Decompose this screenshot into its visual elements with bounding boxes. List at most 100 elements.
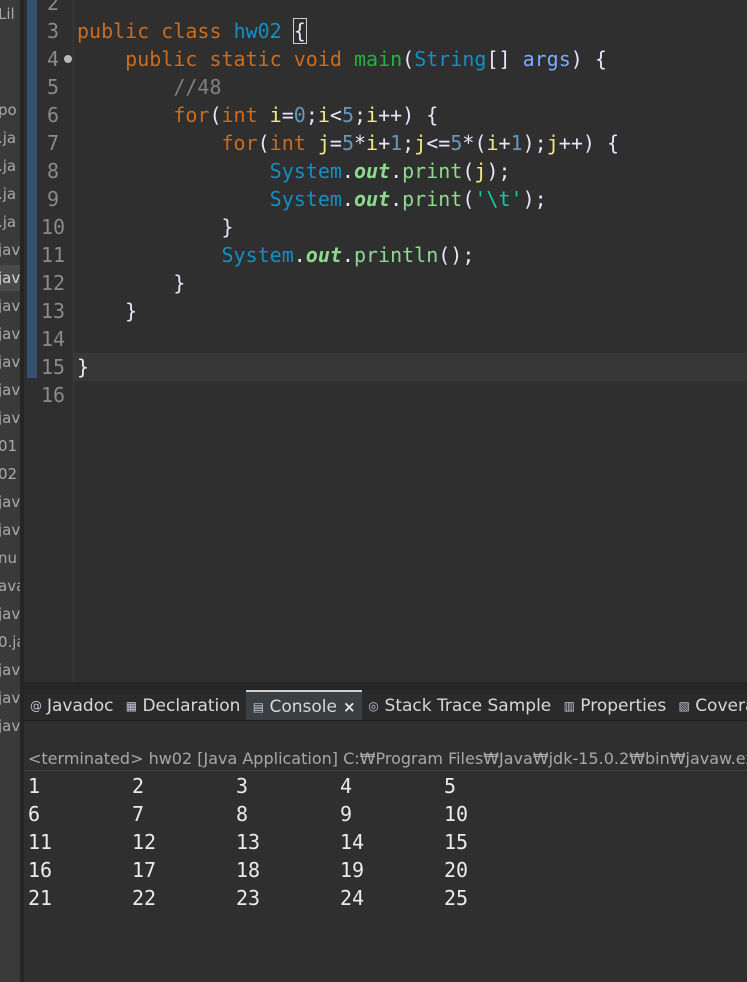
tab-stack-trace-sample[interactable]: ◎ Stack Trace Sample (362, 690, 558, 720)
explorer-item[interactable]: ava (0, 573, 20, 599)
output-value: 4 (340, 774, 353, 798)
output-value: 13 (236, 830, 261, 854)
output-value: 18 (236, 858, 261, 882)
explorer-item[interactable]: jav (0, 237, 20, 263)
tab-label: Coverage (695, 696, 747, 716)
output-value: 24 (340, 886, 365, 910)
line-number: 7 (46, 131, 60, 155)
explorer-item[interactable]: 02 (0, 461, 20, 487)
tab-label: Console (269, 697, 337, 717)
explorer-item[interactable]: .ja (0, 153, 20, 179)
code-line-11[interactable]: System.out.println(); (77, 241, 475, 269)
code-line-12[interactable]: } (77, 269, 185, 297)
explorer-item[interactable]: jav (0, 265, 20, 291)
punct: ( (402, 47, 415, 71)
tab-icon: ◎ (368, 699, 379, 713)
code-line-9[interactable]: System.out.print('\t'); (77, 185, 547, 213)
static-field: out (353, 159, 391, 183)
output-value: 25 (444, 886, 469, 910)
view-tab-bar: @ Javadoc ▦ Declaration ▤ Console × ◎ Stack Trac… (24, 690, 747, 721)
tab-declaration[interactable]: ▦ Declaration (119, 690, 246, 720)
output-value: 9 (340, 802, 353, 826)
explorer-item[interactable]: jav (0, 405, 20, 431)
output-value: 16 (28, 858, 53, 882)
line-number: 11 (40, 243, 66, 267)
output-value: 6 (28, 802, 41, 826)
package-explorer[interactable]: Lilpo.ja.ja.ja.jajavjavjavjavjavjavjav01… (0, 0, 20, 982)
tab-coverage[interactable]: ▧ Coverage (672, 690, 747, 720)
explorer-item[interactable]: 0.ja (0, 629, 20, 655)
punct: ( (209, 103, 222, 127)
explorer-item[interactable]: jav (0, 489, 20, 515)
close-icon[interactable]: × (343, 698, 356, 716)
explorer-item[interactable]: jav (0, 601, 20, 627)
explorer-item[interactable]: jav (0, 657, 20, 683)
explorer-item[interactable]: .ja (0, 125, 20, 151)
code-line-15[interactable]: } (77, 353, 89, 381)
output-value: 15 (444, 830, 469, 854)
punct: ); (522, 131, 547, 155)
explorer-item[interactable]: nu (0, 545, 20, 571)
explorer-item[interactable]: .ja (0, 209, 20, 235)
punct: . (341, 159, 354, 183)
punct: (); (438, 243, 475, 267)
punct: < (329, 103, 342, 127)
explorer-item[interactable]: 01 (0, 433, 20, 459)
tab-properties[interactable]: ▥ Properties (557, 690, 672, 720)
code-line-7[interactable]: for(int j=5*i+1;j<=5*(i+1);j++) { (77, 129, 620, 157)
output-value: 17 (132, 858, 157, 882)
number: 5 (341, 131, 354, 155)
line-number: 4 (46, 47, 60, 71)
code-line-5[interactable]: //48 (77, 73, 222, 101)
line-number: 9 (46, 187, 60, 211)
tab-javadoc[interactable]: @ Javadoc (24, 690, 119, 720)
tab-icon: ▦ (125, 699, 138, 713)
output-value: 23 (236, 886, 261, 910)
code-line-10[interactable]: } (77, 213, 234, 241)
punct: ) { (570, 47, 607, 71)
explorer-item[interactable]: po (0, 97, 20, 123)
code-line-6[interactable]: for(int i=0;i<5;i++) { (77, 101, 438, 129)
punct: ( (257, 131, 270, 155)
explorer-item[interactable]: jav (0, 293, 20, 319)
line-number: 15 (40, 355, 66, 379)
output-line: 16 17 18 19 20 (28, 856, 747, 884)
code-line-13[interactable]: } (77, 297, 137, 325)
code-editor[interactable]: public class hw02 { public static void m… (24, 0, 747, 682)
punct: ++) { (378, 103, 439, 127)
output-value: 7 (132, 802, 145, 826)
output-value: 22 (132, 886, 157, 910)
explorer-item[interactable]: Lil (0, 1, 20, 27)
punct: + (498, 131, 511, 155)
line-number: 8 (46, 159, 60, 183)
punct: = (281, 103, 294, 127)
console-output[interactable]: 1 2 3 4 5 6 7 8 9 10 11 12 13 14 15 16 17 18 19 20 21 22 23 24 2… (28, 772, 747, 912)
explorer-item[interactable]: jav (0, 377, 20, 403)
explorer-item[interactable]: jav (0, 713, 20, 739)
console-toolbar (24, 721, 747, 747)
keyword: public (125, 47, 198, 71)
explorer-item[interactable]: jav (0, 321, 20, 347)
explorer-item[interactable]: jav (0, 517, 20, 543)
explorer-item[interactable]: .ja (0, 181, 20, 207)
variable: i (269, 103, 282, 127)
punct: ; (305, 103, 318, 127)
comment: //48 (173, 75, 222, 99)
tab-console[interactable]: ▤ Console × (246, 690, 362, 720)
line-number: 2 (46, 0, 60, 15)
panel-splitter[interactable] (24, 682, 747, 690)
code-line-8[interactable]: System.out.print(j); (77, 157, 511, 185)
method-name: main (353, 47, 403, 71)
current-line-highlight (74, 353, 747, 381)
code-line-4[interactable]: public static void main(String[] args) { (77, 45, 607, 73)
explorer-item[interactable]: jav (0, 685, 20, 711)
keyword: class (161, 19, 222, 43)
type-name: String (414, 47, 487, 71)
output-value: 20 (444, 858, 469, 882)
code-line-3[interactable]: public class hw02 { (77, 17, 307, 45)
console-status: <terminated> hw02 [Java Application] C:₩… (28, 749, 747, 768)
output-value: 10 (444, 802, 469, 826)
explorer-item[interactable]: jav (0, 349, 20, 375)
punct: [] (486, 47, 511, 71)
number: 1 (510, 131, 523, 155)
